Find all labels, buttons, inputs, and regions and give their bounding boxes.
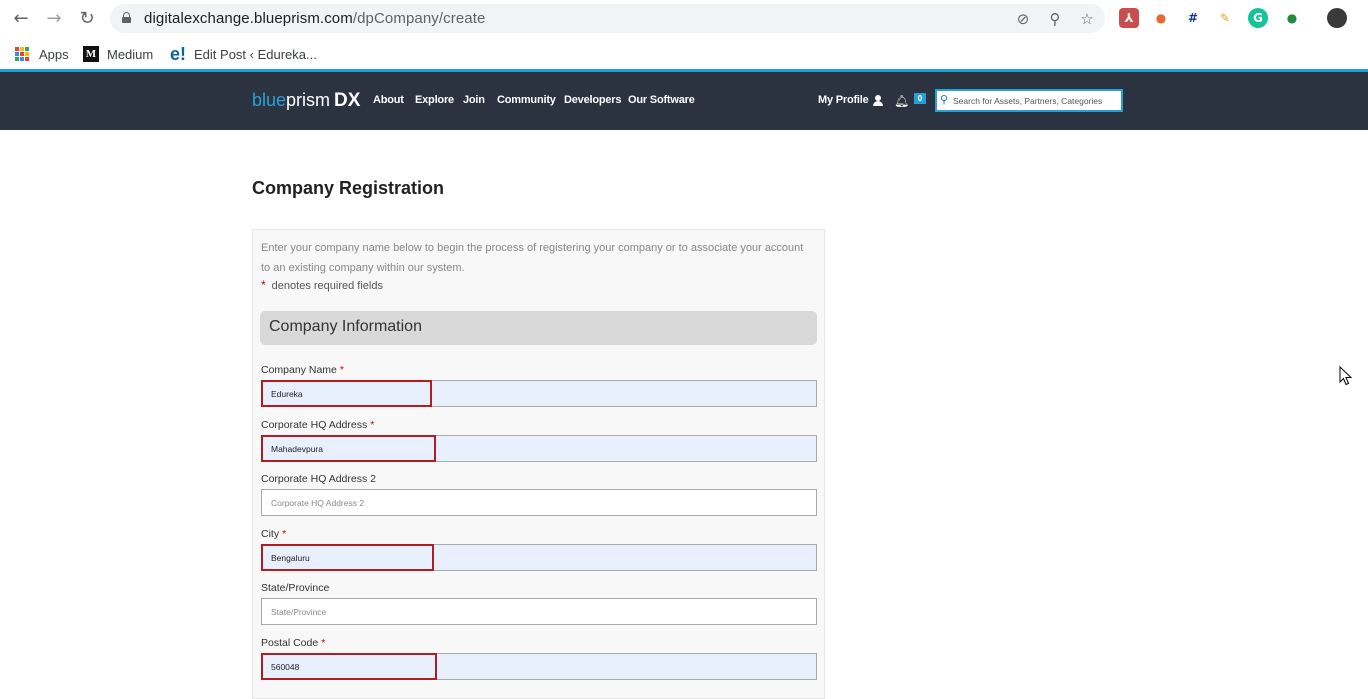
site-logo[interactable]: blueprism DX <box>252 90 360 112</box>
bookmark-edureka[interactable]: e! Edit Post ‹ Edureka... <box>170 43 317 65</box>
hq-address-label: Corporate HQ Address * <box>261 419 375 431</box>
lock-icon <box>122 12 131 23</box>
state-label: State/Province <box>261 582 330 594</box>
postal-code-input[interactable] <box>261 653 817 680</box>
hq-address-2-input[interactable] <box>261 489 817 516</box>
section-header: Company Information <box>260 311 817 345</box>
nav-explore[interactable]: Explore <box>415 94 454 106</box>
site-header: blueprism DX About Explore Join Community… <box>0 72 1368 130</box>
nav-community[interactable]: Community <box>497 94 556 106</box>
pencil-extension-icon[interactable]: ✎ <box>1215 8 1235 28</box>
city-label: City * <box>261 528 287 540</box>
hashtag-extension-icon[interactable]: # <box>1183 8 1203 28</box>
medium-logo-icon: M <box>83 46 99 62</box>
bookmarks-bar: Apps M Medium e! Edit Post ‹ Edureka... <box>0 38 1368 70</box>
bookmark-star-icon[interactable]: ☆ <box>1077 9 1097 29</box>
blocked-content-icon[interactable]: ⊘ <box>1013 9 1033 29</box>
profile-avatar-icon[interactable] <box>1327 8 1347 28</box>
nav-about[interactable]: About <box>373 94 404 106</box>
pdf-extension-icon[interactable]: ⅄ <box>1119 8 1139 28</box>
extension-badge-icon[interactable]: ● <box>1282 8 1302 28</box>
bookmark-apps[interactable]: Apps <box>15 43 69 65</box>
required-note: * denotes required fields <box>261 278 383 292</box>
forward-arrow-icon[interactable]: → <box>43 8 65 30</box>
mouse-pointer-icon <box>1339 366 1353 386</box>
tomato-extension-icon[interactable]: ● <box>1151 8 1171 28</box>
edureka-logo-icon: e! <box>170 43 187 64</box>
company-name-label: Company Name * <box>261 364 344 376</box>
section-title: Company Information <box>269 318 422 335</box>
hq-address-input[interactable] <box>261 435 817 462</box>
registration-form: Enter your company name below to begin t… <box>252 229 825 699</box>
my-profile-link[interactable]: My Profile <box>818 94 883 106</box>
nav-our-software[interactable]: Our Software <box>628 94 695 106</box>
address-bar[interactable]: digitalexchange.blueprism.com/dpCompany/… <box>110 4 1105 33</box>
bookmark-medium[interactable]: M Medium <box>83 43 153 65</box>
city-input[interactable] <box>261 544 817 571</box>
company-name-input[interactable] <box>261 380 817 407</box>
search-icon[interactable]: ⚲ <box>940 93 948 106</box>
bell-icon[interactable]: 🔔︎ <box>894 94 909 108</box>
nav-developers[interactable]: Developers <box>564 94 622 106</box>
grammarly-extension-icon[interactable]: G <box>1248 8 1268 28</box>
person-icon <box>872 94 883 106</box>
site-search-input[interactable] <box>953 92 1121 109</box>
page-title: Company Registration <box>252 178 445 198</box>
hq-address-2-label: Corporate HQ Address 2 <box>261 473 376 485</box>
intro-text: Enter your company name below to begin t… <box>261 242 804 274</box>
zoom-icon[interactable]: ⚲ <box>1045 9 1065 29</box>
reload-icon[interactable]: ↻ <box>76 8 98 30</box>
url-text[interactable]: digitalexchange.blueprism.com/dpCompany/… <box>144 10 485 27</box>
apps-grid-icon <box>15 47 29 61</box>
browser-toolbar: ← → ↻ digitalexchange.blueprism.com/dpCo… <box>0 0 1368 38</box>
nav-join[interactable]: Join <box>463 94 485 106</box>
notification-badge[interactable]: 0 <box>914 93 926 104</box>
back-arrow-icon[interactable]: ← <box>10 8 32 30</box>
site-search: ⚲ <box>935 89 1123 112</box>
state-input[interactable] <box>261 598 817 625</box>
postal-code-label: Postal Code * <box>261 637 326 649</box>
